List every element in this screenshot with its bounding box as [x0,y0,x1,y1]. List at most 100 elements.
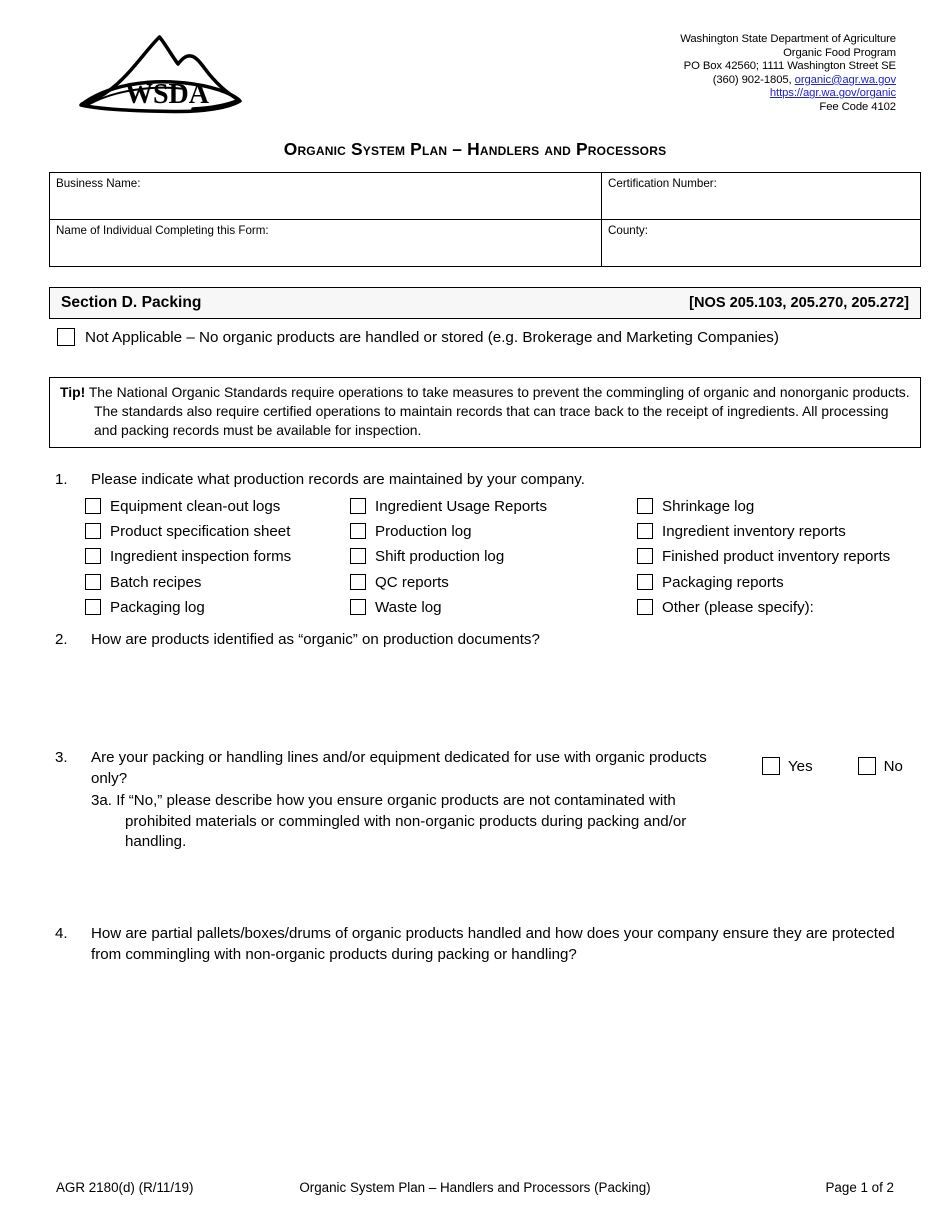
business-info-table: Business Name: Certification Number: Nam… [49,172,921,267]
agency-line-1: Washington State Department of Agricultu… [680,33,896,45]
not-applicable-row[interactable]: Not Applicable – No organic products are… [57,328,779,346]
website-line: https://agr.wa.gov/organic [680,87,896,101]
question-4-number: 4. [55,925,68,942]
checkbox-row[interactable]: Waste log [350,598,547,624]
checkbox-ingredient-inspection-forms[interactable] [85,548,101,565]
checkbox-label: Packaging log [110,598,205,616]
checkbox-ingredient-inventory-reports[interactable] [637,523,653,540]
question-3-number: 3. [55,749,68,766]
checkbox-row[interactable]: Packaging reports [637,573,890,599]
question-3-answer-group: Yes No [762,757,903,775]
checkbox-production-log[interactable] [350,523,366,540]
checkbox-ingredient-usage-reports[interactable] [350,498,366,514]
section-header-bar: Section D. Packing [NOS 205.103, 205.270… [49,287,921,319]
checkbox-row[interactable]: Packaging log [85,598,291,624]
checkbox-equipment-clean-out-logs[interactable] [85,498,101,514]
field-certification-number[interactable]: Certification Number: [601,172,921,220]
checkbox-column-1: Equipment clean-out logs Product specifi… [85,498,291,624]
question-4: 4. How are partial pallets/boxes/drums o… [55,924,915,965]
not-applicable-checkbox[interactable] [57,328,75,346]
question-3a: 3a. If “No,” please describe how you ens… [91,791,735,853]
table-row: Name of Individual Completing this Form:… [49,219,921,267]
field-individual-name[interactable]: Name of Individual Completing this Form: [49,219,602,267]
page-header: WSDA Washington State Department of Agri… [0,0,950,130]
table-row: Business Name: Certification Number: [49,172,921,220]
wsda-logo: WSDA [78,30,243,115]
checkbox-packaging-log[interactable] [85,598,101,615]
checkbox-row[interactable]: Finished product inventory reports [637,548,890,573]
checkbox-packaging-reports[interactable] [637,573,653,590]
question-3: 3. Are your packing or handling lines an… [55,748,735,853]
checkbox-other[interactable] [637,598,653,615]
agency-line-3: PO Box 42560; 1111 Washington Street SE [683,60,896,73]
checkbox-row[interactable]: Product specification sheet [85,523,291,548]
question-1: 1. Please indicate what production recor… [55,470,755,491]
checkbox-label: Other (please specify): [662,598,814,616]
website-link[interactable]: https://agr.wa.gov/organic [770,87,896,99]
no-checkbox[interactable] [857,757,876,775]
checkbox-row[interactable]: Shrinkage log [637,498,890,523]
section-title: Section D. Packing [61,294,202,311]
checkbox-label: Product specification sheet [110,523,291,541]
field-county[interactable]: County: [601,219,921,267]
checkbox-row[interactable]: QC reports [350,573,547,599]
checkbox-label: Ingredient inspection forms [110,548,292,566]
question-4-text: How are partial pallets/boxes/drums of o… [91,925,895,963]
checkbox-waste-log[interactable] [350,598,366,615]
checkbox-column-2: Ingredient Usage Reports Production log … [350,498,547,624]
checkbox-shrinkage-log[interactable] [637,498,653,514]
checkbox-row[interactable]: Batch recipes [85,573,291,599]
agency-contact-line: (360) 902-1805, organic@agr.wa.gov [680,74,896,88]
question-3-text: Are your packing or handling lines and/o… [91,749,707,787]
checkbox-label: Packaging reports [662,573,784,591]
section-citation: [NOS 205.103, 205.270, 205.272] [689,295,909,311]
checkbox-label: Equipment clean-out logs [110,498,281,515]
footer-form-code: AGR 2180(d) (R/11/19) [56,1180,194,1195]
phone-number: (360) 902-1805, [712,73,795,86]
yes-checkbox[interactable] [762,757,780,775]
yes-label: Yes [788,758,813,775]
checkbox-label: Finished product inventory reports [662,548,891,566]
tip-label: Tip! [60,384,86,400]
checkbox-label: Waste log [375,598,442,616]
checkbox-product-specification-sheet[interactable] [85,523,101,540]
field-business-name[interactable]: Business Name: [49,172,602,220]
checkbox-shift-production-log[interactable] [350,548,366,565]
question-3a-number: 3a. [91,792,112,809]
question-1-number: 1. [55,471,68,488]
checkbox-qc-reports[interactable] [350,573,366,590]
no-label: No [883,758,903,775]
question-2: 2. How are products identified as “organ… [55,630,755,651]
checkbox-label: Ingredient Usage Reports [375,498,548,515]
agency-address-block: Washington State Department of Agricultu… [680,33,896,115]
yes-option[interactable]: Yes [762,757,813,775]
checkbox-label: Shrinkage log [662,498,755,515]
checkbox-label: Shift production log [375,548,505,566]
checkbox-batch-recipes[interactable] [85,573,101,590]
checkbox-label: Ingredient inventory reports [662,523,846,541]
checkbox-label: QC reports [375,573,449,591]
checkbox-row[interactable]: Production log [350,523,547,548]
fee-code: Fee Code 4102 [819,100,896,113]
checkbox-label: Production log [375,523,472,541]
checkbox-label: Batch recipes [110,573,202,591]
question-3a-text: If “No,” please describe how you ensure … [116,792,687,850]
checkbox-row[interactable]: Ingredient inventory reports [637,523,890,548]
form-page: WSDA Washington State Department of Agri… [0,0,950,1230]
checkbox-finished-product-inventory-reports[interactable] [637,548,653,565]
checkbox-row[interactable]: Ingredient inspection forms [85,548,291,573]
checkbox-row[interactable]: Shift production log [350,548,547,573]
tip-text-wrapper: Tip! The National Organic Standards requ… [60,383,912,441]
no-option[interactable]: No [857,757,903,775]
checkbox-row[interactable]: Other (please specify): [637,598,890,624]
checkbox-row[interactable]: Equipment clean-out logs [85,498,291,523]
question-2-text: How are products identified as “organic”… [91,631,540,648]
footer-page-number: Page 1 of 2 [825,1180,895,1195]
email-link[interactable]: organic@agr.wa.gov [795,74,896,86]
not-applicable-label: Not Applicable – No organic products are… [85,329,779,346]
checkbox-row[interactable]: Ingredient Usage Reports [350,498,547,523]
checkbox-column-3: Shrinkage log Ingredient inventory repor… [637,498,890,624]
question-2-number: 2. [55,631,68,648]
page-title: Organic System Plan – Handlers and Proce… [283,139,667,159]
question-1-text: Please indicate what production records … [91,471,585,488]
